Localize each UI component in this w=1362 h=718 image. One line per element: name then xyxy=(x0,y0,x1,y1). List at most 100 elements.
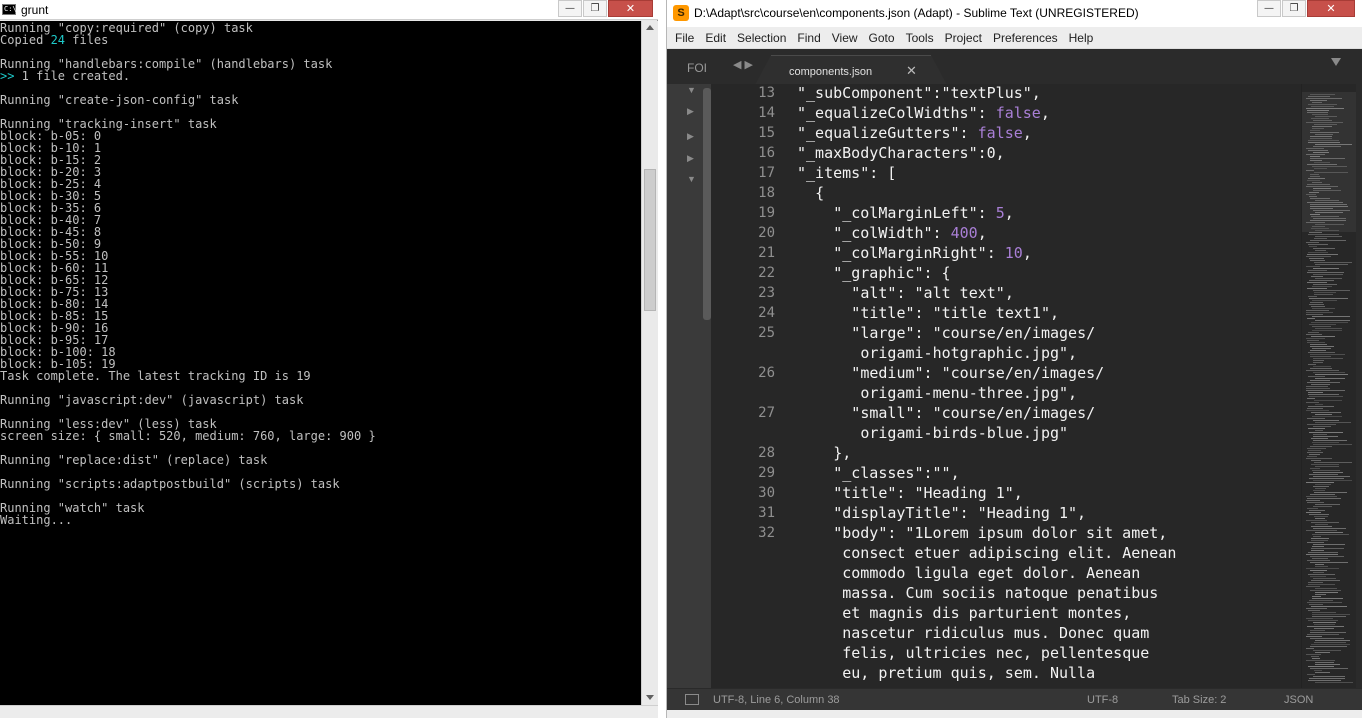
minimap-line xyxy=(1312,300,1337,301)
line-number: 14 xyxy=(758,105,775,121)
minimap-line xyxy=(1306,496,1337,497)
close-button[interactable]: ✕ xyxy=(1307,0,1355,17)
minimap-line xyxy=(1306,482,1334,483)
minimap-line xyxy=(1312,126,1332,127)
minimap-line xyxy=(1310,198,1330,199)
minimap-line xyxy=(1310,468,1320,469)
close-button[interactable]: ✕ xyxy=(608,0,653,17)
minimap-line xyxy=(1312,546,1324,547)
minimap-line xyxy=(1307,634,1339,635)
editor-scrollbar[interactable] xyxy=(1356,84,1362,688)
line-number: 25 xyxy=(758,325,775,341)
minimap-line xyxy=(1311,606,1347,607)
minimap-line xyxy=(1309,280,1334,281)
folder-open-icon[interactable]: ▼ xyxy=(687,174,696,184)
tab-components-json[interactable]: components.json ✕ xyxy=(755,55,947,85)
code-line: "_maxBodyCharacters":0, xyxy=(797,144,1005,162)
maximize-button[interactable]: ❐ xyxy=(1282,0,1306,17)
minimap-line xyxy=(1310,494,1335,495)
console-text: Running "copy:required" (copy) task Copi… xyxy=(0,21,376,527)
line-number: 21 xyxy=(758,245,775,261)
minimap-line xyxy=(1308,270,1327,271)
minimap-line xyxy=(1308,234,1339,235)
scroll-down-icon[interactable] xyxy=(646,695,654,700)
menu-project[interactable]: Project xyxy=(945,31,982,45)
scroll-up-icon[interactable] xyxy=(646,25,654,30)
syntax-mode[interactable]: JSON xyxy=(1284,694,1313,706)
minimap-line xyxy=(1306,98,1342,99)
minimap-line xyxy=(1315,144,1352,145)
menu-find[interactable]: Find xyxy=(797,31,820,45)
minimap-line xyxy=(1311,644,1350,645)
minimap-line xyxy=(1314,642,1346,643)
line-number: 16 xyxy=(758,145,775,161)
menu-goto[interactable]: Goto xyxy=(869,31,895,45)
minimap-line xyxy=(1306,370,1339,371)
panel-toggle-icon[interactable] xyxy=(685,694,699,705)
minimap-line xyxy=(1312,114,1328,115)
tab-size[interactable]: Tab Size: 2 xyxy=(1172,694,1226,706)
file-sidebar[interactable]: ▼ ▶ ▶ ▶ ▼ xyxy=(667,84,711,688)
minimap-line xyxy=(1306,554,1338,555)
tab-dropdown-icon[interactable] xyxy=(1331,58,1341,66)
console-scrollbar[interactable] xyxy=(641,21,658,705)
minimap-line xyxy=(1310,204,1347,205)
line-number: 32 xyxy=(758,525,775,541)
console-output[interactable]: Running "copy:required" (copy) task Copi… xyxy=(0,21,641,705)
minimap-line xyxy=(1313,434,1327,435)
maximize-button[interactable]: ❐ xyxy=(583,0,607,17)
minimap-line xyxy=(1306,586,1320,587)
sidebar-folders-label: FOI xyxy=(687,61,707,75)
menu-selection[interactable]: Selection xyxy=(737,31,786,45)
command-prompt-window: C:\ grunt — ❐ ✕ Running "copy:required" … xyxy=(0,0,658,718)
minimap-line xyxy=(1310,208,1333,209)
minimap-line xyxy=(1314,292,1336,293)
minimap-line xyxy=(1312,102,1322,103)
tab-close-icon[interactable]: ✕ xyxy=(906,63,917,79)
folder-collapsed-icon[interactable]: ▶ xyxy=(687,131,694,142)
minimap-line xyxy=(1306,608,1327,609)
menu-edit[interactable]: Edit xyxy=(705,31,726,45)
cmd-titlebar[interactable]: C:\ grunt — ❐ ✕ xyxy=(0,0,658,20)
minimap-line xyxy=(1306,386,1328,387)
minimap-line xyxy=(1309,514,1329,515)
folder-open-icon[interactable]: ▼ xyxy=(687,85,696,95)
minimap-line xyxy=(1315,134,1333,135)
minimap-line xyxy=(1308,96,1330,97)
file-encoding[interactable]: UTF-8 xyxy=(1087,694,1118,706)
minimap-line xyxy=(1309,678,1345,679)
menu-file[interactable]: File xyxy=(675,31,694,45)
minimize-button[interactable]: — xyxy=(1257,0,1281,17)
tab-nav-arrows-icon[interactable]: ◀ ▶ xyxy=(733,58,753,71)
minimap-line xyxy=(1308,364,1316,365)
sidebar-scrollbar-thumb[interactable] xyxy=(703,88,711,320)
minimap-line xyxy=(1306,266,1320,267)
minimap-line xyxy=(1315,488,1326,489)
scrollbar-thumb[interactable] xyxy=(644,169,656,311)
minimap[interactable] xyxy=(1301,84,1356,688)
minimap-line xyxy=(1313,420,1339,421)
menu-help[interactable]: Help xyxy=(1069,31,1094,45)
menu-preferences[interactable]: Preferences xyxy=(993,31,1058,45)
minimize-button[interactable]: — xyxy=(558,0,582,17)
folder-collapsed-icon[interactable]: ▶ xyxy=(687,106,694,117)
code-line: "_colMarginRight": 10, xyxy=(833,244,1032,262)
menu-view[interactable]: View xyxy=(832,31,858,45)
minimap-line xyxy=(1306,154,1325,155)
sublime-titlebar[interactable]: S D:\Adapt\src\course\en\components.json… xyxy=(667,0,1362,27)
code-line: "medium": "course/en/images/ xyxy=(851,364,1105,382)
minimap-line xyxy=(1310,346,1334,347)
menu-tools[interactable]: Tools xyxy=(906,31,934,45)
minimap-line xyxy=(1310,94,1335,95)
minimap-line xyxy=(1312,316,1350,317)
close-icon: ✕ xyxy=(1326,2,1336,15)
minimap-line xyxy=(1315,682,1353,683)
minimap-line xyxy=(1308,104,1337,105)
minimap-line xyxy=(1310,174,1319,175)
minimap-line xyxy=(1307,254,1338,255)
folder-collapsed-icon[interactable]: ▶ xyxy=(687,153,694,164)
minimap-line xyxy=(1310,214,1320,215)
minimap-line xyxy=(1309,396,1343,397)
minimap-line xyxy=(1314,624,1335,625)
code-editor[interactable]: 13 "_subComponent":"textPlus", 14 "_equaliz… xyxy=(711,84,1301,688)
